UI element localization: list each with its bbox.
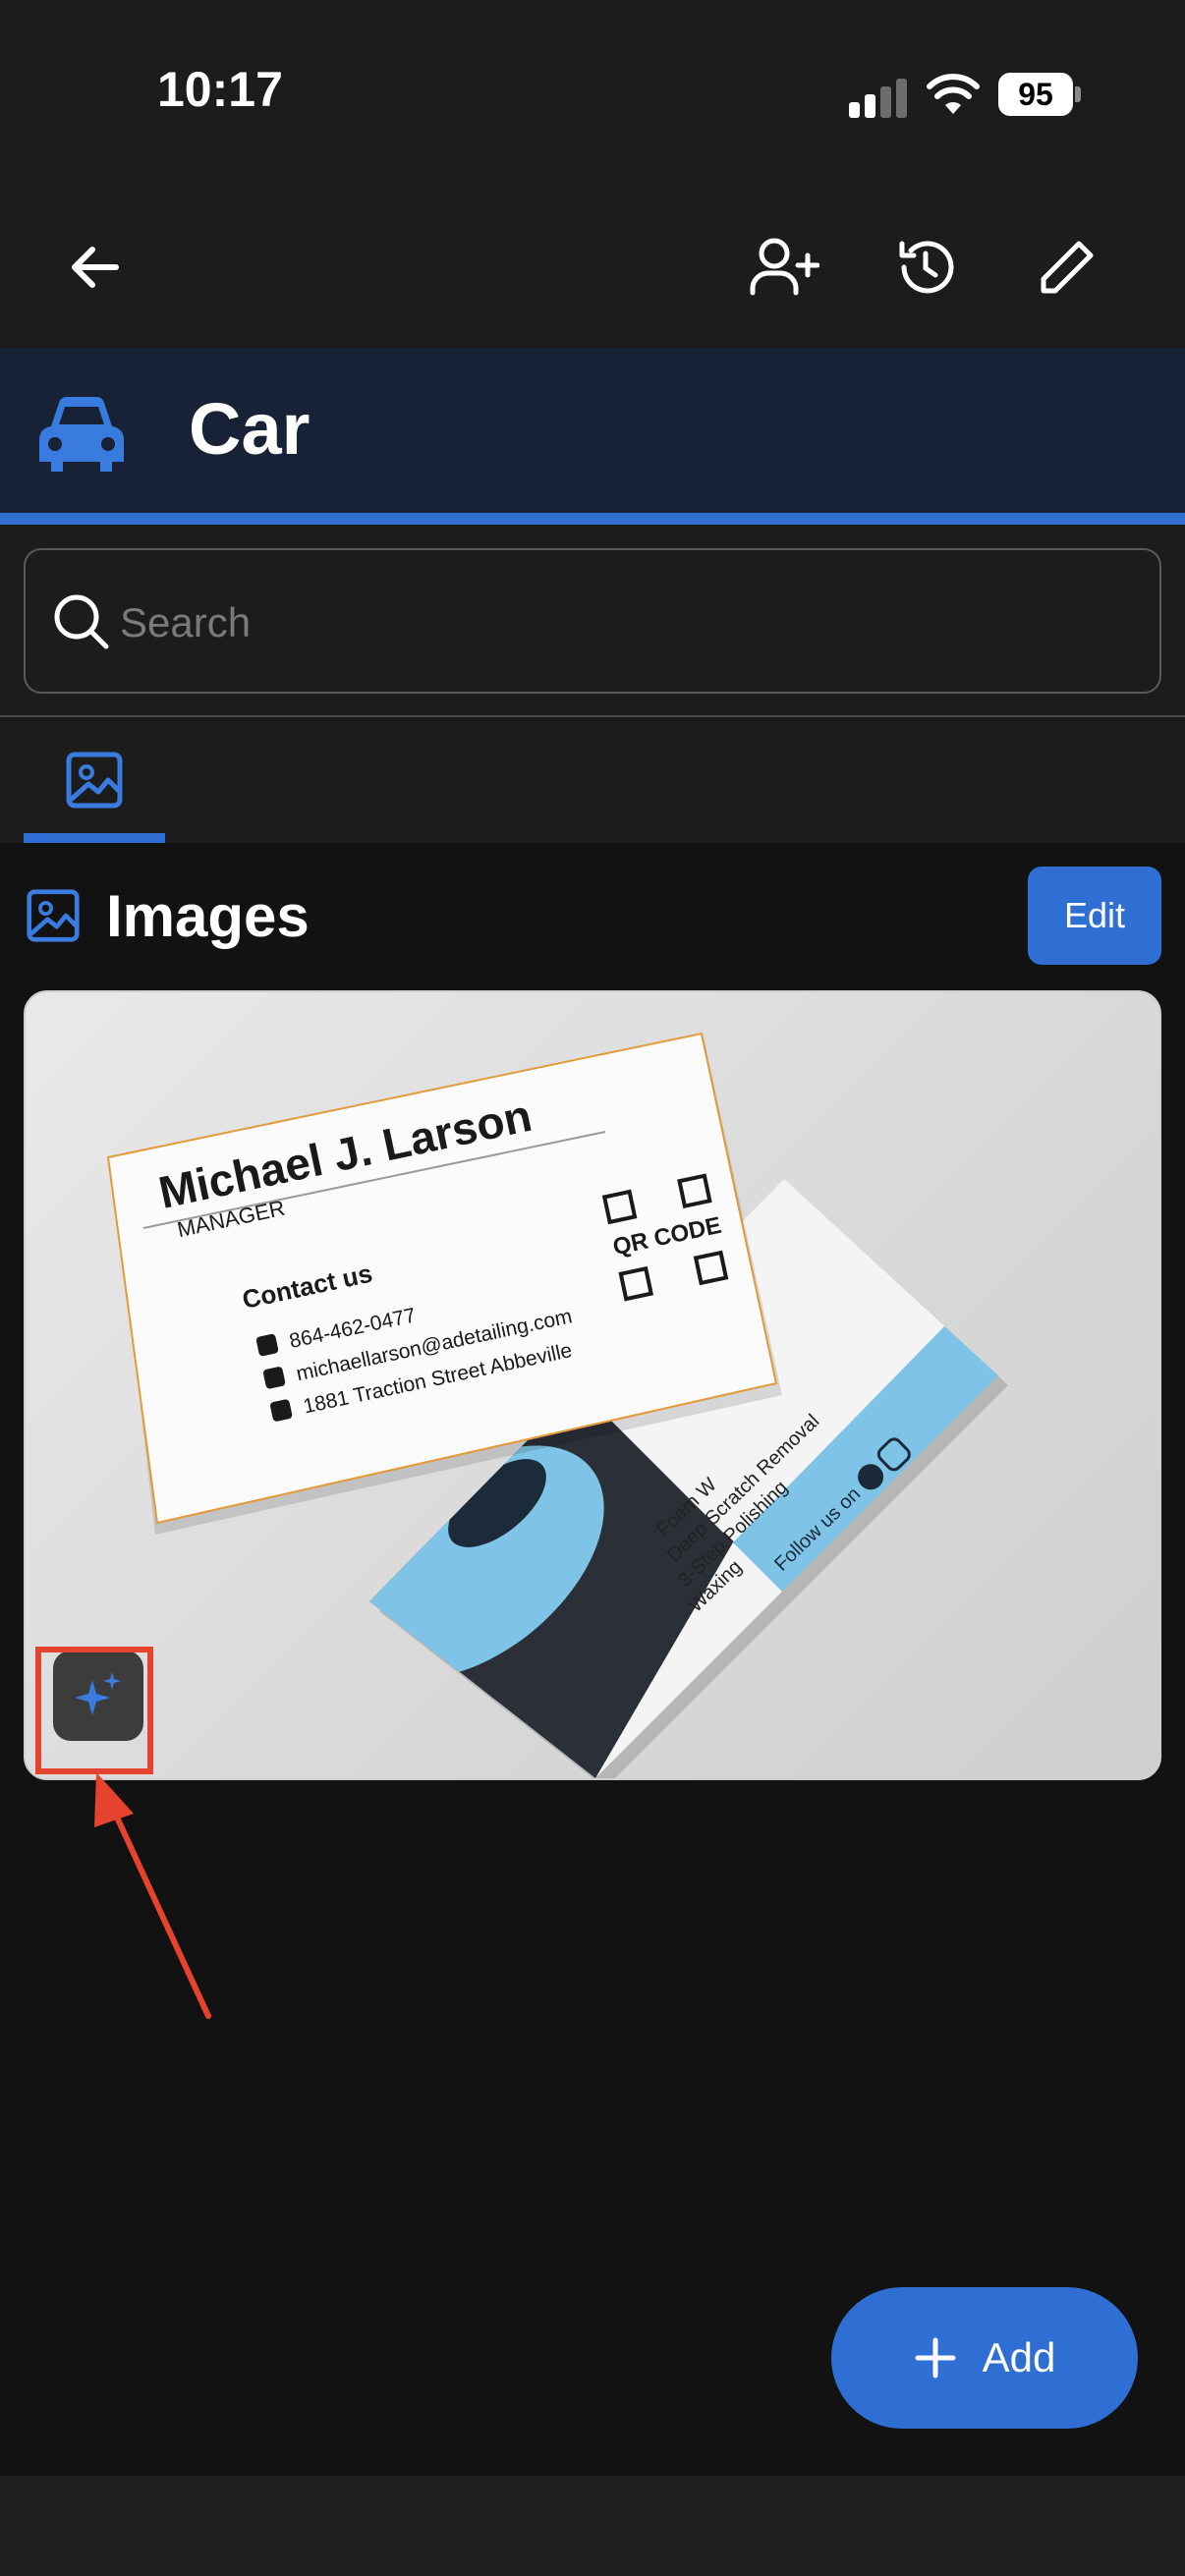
search-input[interactable] (120, 586, 1102, 660)
plus-icon (915, 2337, 956, 2379)
wifi-icon (927, 74, 980, 114)
page-header: Car (0, 348, 1185, 513)
top-toolbar (0, 187, 1185, 348)
image-icon (66, 752, 123, 809)
bottom-bar (0, 2476, 1185, 2576)
history-button[interactable] (884, 226, 967, 308)
add-person-icon (750, 238, 819, 296)
header-accent-bar (0, 513, 1185, 525)
annotation-highlight-box (35, 1647, 153, 1774)
status-bar: 10:17 95 (0, 0, 1185, 187)
business-card-photo: Foam W Deep Scratch Removal 3-Step Polis… (106, 1032, 1008, 1778)
tab-active-indicator (24, 833, 165, 843)
pencil-icon (1041, 241, 1094, 294)
add-button[interactable]: Add (831, 2287, 1138, 2429)
edit-button[interactable] (1026, 226, 1108, 308)
search-icon (54, 594, 109, 649)
images-section-header: Images Edit (0, 843, 1185, 990)
page-title: Car (189, 388, 310, 470)
status-time: 10:17 (157, 62, 283, 117)
tab-bar (0, 717, 1185, 843)
annotation-arrow-icon (94, 1772, 211, 2019)
battery-level: 95 (998, 73, 1073, 116)
car-icon (39, 397, 124, 472)
add-person-button[interactable] (743, 226, 825, 308)
images-edit-button[interactable]: Edit (1028, 867, 1161, 965)
cellular-signal-icon (849, 79, 908, 118)
arrow-left-icon (72, 247, 119, 288)
image-thumbnail[interactable]: Foam W Deep Scratch Removal 3-Step Polis… (24, 990, 1161, 1780)
image-icon (27, 889, 80, 942)
section-title: Images (106, 883, 310, 949)
search-section (0, 525, 1185, 717)
tab-images[interactable] (24, 717, 165, 843)
add-button-label: Add (982, 2334, 1056, 2380)
search-box[interactable] (24, 548, 1161, 694)
back-button[interactable] (53, 226, 136, 308)
history-icon (899, 241, 954, 294)
battery-indicator: 95 (998, 73, 1081, 116)
